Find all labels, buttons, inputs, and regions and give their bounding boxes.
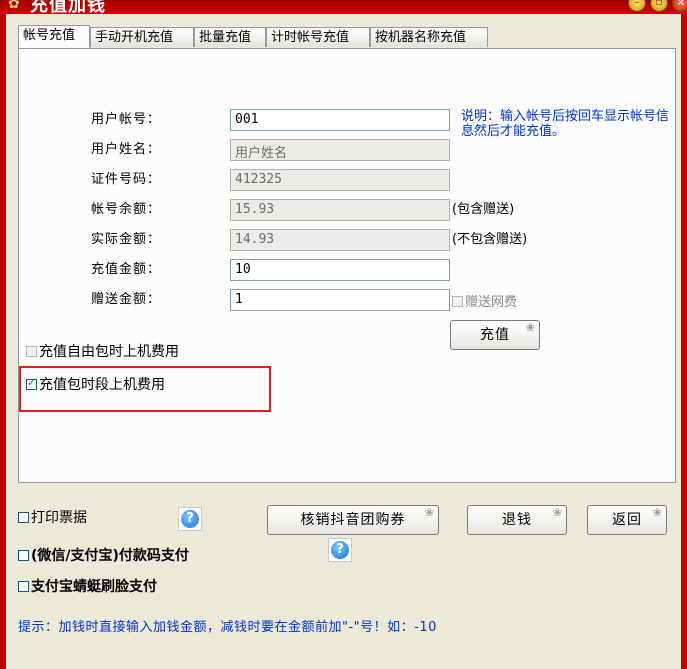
app-icon: ✿: [8, 0, 20, 12]
decor-icon: ❀: [552, 506, 563, 519]
tab-timed-account-recharge[interactable]: 计时帐号充值: [266, 27, 370, 47]
highlight-box: [19, 366, 271, 412]
name-label: 用户姓名：: [91, 142, 162, 157]
free-package-label: 充值自由包时上机费用: [39, 344, 179, 360]
face-pay-label: 支付宝蜻蜓刷脸支付: [31, 579, 157, 595]
decor-icon: ❀: [525, 321, 536, 334]
print-receipt-checkbox[interactable]: [18, 512, 29, 523]
douyin-voucher-label: 核销抖音团购券: [300, 512, 406, 528]
print-receipt-label: 打印票据: [31, 510, 87, 526]
account-label: 用户帐号：: [91, 112, 162, 127]
id-field: 412325: [230, 169, 450, 191]
back-button[interactable]: 返回 ❀: [587, 505, 667, 535]
recharge-input[interactable]: 10: [230, 259, 450, 281]
id-label: 证件号码：: [91, 172, 162, 187]
qr-pay-option[interactable]: (微信/支付宝)付款码支付: [18, 545, 189, 565]
gift-label: 赠送金额：: [91, 292, 162, 307]
name-field: 用户姓名: [230, 139, 450, 161]
maximize-button[interactable]: ▫: [650, 0, 668, 12]
actual-note: (不包含赠送): [452, 232, 528, 247]
gift-input[interactable]: 1: [230, 289, 450, 311]
refund-button[interactable]: 退钱 ❀: [467, 505, 567, 535]
print-receipt-option[interactable]: 打印票据: [18, 507, 87, 527]
balance-label: 帐号余额：: [91, 202, 162, 217]
douyin-voucher-button[interactable]: 核销抖音团购券 ❀: [267, 505, 439, 535]
minimize-button[interactable]: –: [628, 0, 646, 12]
recharge-button-label: 充值: [480, 327, 510, 343]
refund-label: 退钱: [502, 512, 532, 528]
back-label: 返回: [612, 512, 642, 528]
gift-fee-label: 赠送网费: [465, 295, 518, 310]
face-pay-checkbox[interactable]: [18, 581, 29, 592]
balance-field: 15.93: [230, 199, 450, 221]
balance-note: (包含赠送): [452, 202, 515, 217]
face-pay-option[interactable]: 支付宝蜻蜓刷脸支付: [18, 576, 157, 596]
title-bar: ✿ 充值加钱 – ▫ ×: [0, 0, 687, 16]
actual-field: 14.93: [230, 229, 450, 251]
close-button[interactable]: ×: [672, 0, 687, 12]
free-package-option[interactable]: 充值自由包时上机费用: [26, 341, 179, 361]
gift-fee-checkbox-row[interactable]: 赠送网费: [452, 291, 517, 310]
tab-manual-recharge[interactable]: 手动开机充值: [90, 27, 194, 47]
tab-batch-recharge[interactable]: 批量充值: [194, 27, 266, 47]
recharge-label: 充值金额：: [91, 262, 162, 277]
instruction-note: 说明：输入帐号后按回车显示帐号信息然后才能充值。: [461, 109, 670, 139]
gift-fee-checkbox[interactable]: [452, 296, 463, 307]
account-input[interactable]: 001: [230, 109, 450, 131]
free-package-checkbox[interactable]: [26, 346, 37, 357]
decor-icon: ❀: [424, 506, 435, 519]
qr-pay-checkbox[interactable]: [18, 550, 29, 561]
tab-account-recharge[interactable]: 帐号充值: [18, 25, 90, 48]
actual-label: 实际金额：: [91, 232, 162, 247]
help-icon-2[interactable]: ?: [328, 538, 352, 562]
recharge-window: 帐号充值 手动开机充值 批量充值 计时帐号充值 按机器名称充值 用户帐号： 00…: [6, 14, 681, 669]
recharge-button[interactable]: 充值 ❀: [450, 320, 540, 350]
tab-machine-name-recharge[interactable]: 按机器名称充值: [370, 27, 488, 47]
tab-panel: 用户帐号： 001 用户姓名： 用户姓名 证件号码： 412325 帐号余额： …: [18, 48, 676, 483]
qr-pay-label: (微信/支付宝)付款码支付: [31, 548, 189, 564]
decor-icon: ❀: [652, 506, 663, 519]
hint-text: 提示：加钱时直接输入加钱金额，减钱时要在金额前加"-"号！如：-10: [18, 620, 437, 635]
help-icon[interactable]: ?: [178, 507, 202, 531]
